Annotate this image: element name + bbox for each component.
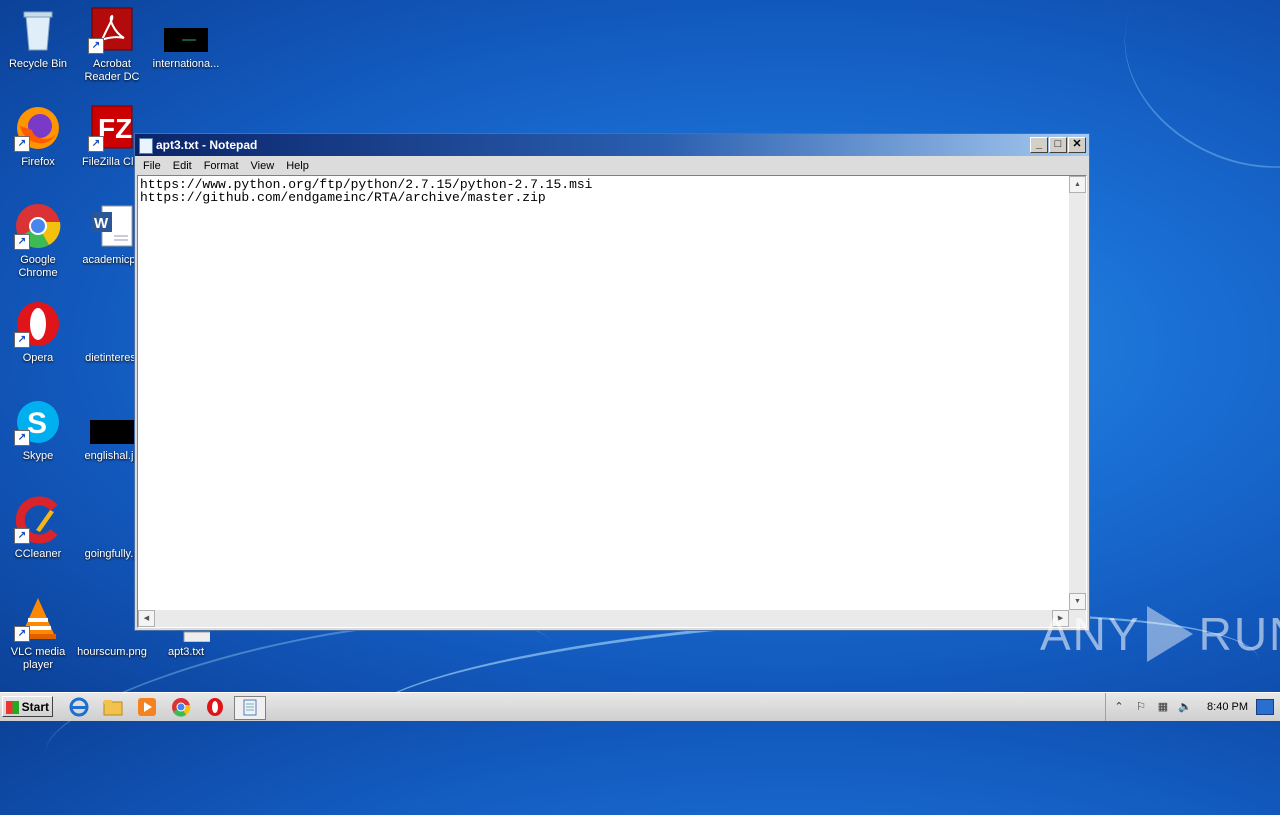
desktop-icon-ccleaner[interactable]: ↗ CCleaner: [0, 496, 76, 561]
windows-flag-icon: [6, 701, 19, 714]
shortcut-arrow-icon: ↗: [88, 136, 104, 152]
close-button[interactable]: ✕: [1068, 137, 1086, 153]
play-icon: [1146, 606, 1193, 662]
vlc-icon: ↗: [14, 594, 62, 642]
taskbar-chrome-icon[interactable]: [170, 696, 192, 718]
file-icon: [88, 300, 136, 348]
desktop-icon-label: Acrobat Reader DC: [84, 58, 140, 83]
desktop-icon-label: VLC media player: [10, 646, 66, 671]
shortcut-arrow-icon: ↗: [88, 38, 104, 54]
horizontal-scrollbar[interactable]: ◀ ▶: [138, 610, 1069, 627]
start-button[interactable]: Start: [2, 696, 53, 717]
action-center-flag-icon[interactable]: ⚐: [1134, 700, 1148, 714]
desktop-icon-opera[interactable]: ↗ Opera: [0, 300, 76, 365]
system-tray: ⌃ ⚐ ▦ 🔈 8:40 PM: [1105, 693, 1280, 721]
desktop-icon-label: Opera: [22, 352, 54, 364]
start-label: Start: [21, 700, 49, 714]
svg-text:W: W: [94, 215, 109, 232]
shortcut-arrow-icon: ↗: [14, 234, 30, 250]
shortcut-arrow-icon: ↗: [14, 626, 30, 642]
window-title: apt3.txt - Notepad: [156, 138, 258, 152]
word-document-icon: W: [88, 202, 136, 250]
show-hidden-icons-icon[interactable]: ⌃: [1112, 700, 1126, 714]
taskbar-ie-icon[interactable]: [68, 696, 90, 718]
menu-format[interactable]: Format: [198, 160, 245, 172]
watermark-left-text: ANY: [1040, 608, 1141, 660]
desktop-icon-label: Recycle Bin: [8, 58, 68, 70]
text-editor-area[interactable]: https://www.python.org/ftp/python/2.7.15…: [137, 175, 1087, 628]
image-file-icon: [162, 6, 210, 54]
desktop-icon-chrome[interactable]: ↗ Google Chrome: [0, 202, 76, 280]
scroll-left-icon[interactable]: ◀: [138, 610, 155, 627]
taskbar-explorer-icon[interactable]: [102, 696, 124, 718]
menu-help[interactable]: Help: [280, 160, 315, 172]
opera-icon: ↗: [14, 300, 62, 348]
desktop-icon-firefox[interactable]: ↗ Firefox: [0, 104, 76, 169]
vertical-scrollbar[interactable]: ▲ ▼: [1069, 176, 1086, 610]
desktop-icon-label: Skype: [22, 450, 54, 462]
network-icon[interactable]: ▦: [1156, 700, 1170, 714]
taskbar-opera-icon[interactable]: [204, 696, 226, 718]
desktop-icon-recycle-bin[interactable]: Recycle Bin: [0, 6, 76, 71]
firefox-icon: ↗: [14, 104, 62, 152]
notepad-window[interactable]: apt3.txt - Notepad _ □ ✕ File Edit Forma…: [134, 133, 1090, 631]
show-desktop-icon[interactable]: [1256, 699, 1274, 715]
watermark-right-text: RUN: [1198, 608, 1280, 660]
notepad-icon: [139, 138, 153, 154]
desktop-icon-label: Google Chrome: [18, 254, 58, 279]
shortcut-arrow-icon: ↗: [14, 136, 30, 152]
desktop-icon-internationa[interactable]: internationa...: [148, 6, 224, 71]
ccleaner-icon: ↗: [14, 496, 62, 544]
shortcut-arrow-icon: ↗: [14, 528, 30, 544]
anyrun-watermark: ANY RUN: [1040, 606, 1280, 662]
menu-view[interactable]: View: [245, 160, 281, 172]
taskbar-media-player-icon[interactable]: [136, 696, 158, 718]
clock[interactable]: 8:40 PM: [1207, 701, 1248, 713]
svg-text:S: S: [27, 407, 47, 440]
recycle-bin-icon: [14, 6, 62, 54]
desktop-icon-acrobat[interactable]: ↗ Acrobat Reader DC: [74, 6, 150, 84]
menu-edit[interactable]: Edit: [167, 160, 198, 172]
document-text[interactable]: https://www.python.org/ftp/python/2.7.15…: [140, 178, 1066, 607]
shortcut-arrow-icon: ↗: [14, 430, 30, 446]
file-icon: [88, 496, 136, 544]
desktop-icon-label: apt3.txt: [167, 646, 205, 658]
menu-bar: File Edit Format View Help: [135, 156, 1089, 175]
chrome-icon: ↗: [14, 202, 62, 250]
desktop-icon-skype[interactable]: S ↗ Skype: [0, 398, 76, 463]
notepad-title-bar[interactable]: apt3.txt - Notepad _ □ ✕: [135, 134, 1089, 156]
menu-file[interactable]: File: [137, 160, 167, 172]
filezilla-icon: FZ ↗: [88, 104, 136, 152]
desktop-icon-vlc[interactable]: ↗ VLC media player: [0, 594, 76, 672]
minimize-button[interactable]: _: [1030, 137, 1048, 153]
maximize-button[interactable]: □: [1049, 137, 1067, 153]
taskbar: Start ⌃ ⚐ ▦ 🔈 8:40 PM: [0, 692, 1280, 721]
acrobat-icon: ↗: [88, 6, 136, 54]
skype-icon: S ↗: [14, 398, 62, 446]
volume-icon[interactable]: 🔈: [1178, 700, 1192, 714]
file-icon: [88, 594, 136, 642]
desktop-icon-label: Firefox: [21, 156, 55, 168]
desktop-icon-label: internationa...: [152, 58, 220, 70]
image-file-icon: [88, 398, 136, 446]
scroll-up-icon[interactable]: ▲: [1069, 176, 1086, 193]
shortcut-arrow-icon: ↗: [14, 332, 30, 348]
desktop-icon-label: CCleaner: [14, 548, 62, 560]
desktop-icon-label: hourscum.png: [77, 646, 147, 658]
taskbar-notepad-button[interactable]: [234, 696, 266, 720]
